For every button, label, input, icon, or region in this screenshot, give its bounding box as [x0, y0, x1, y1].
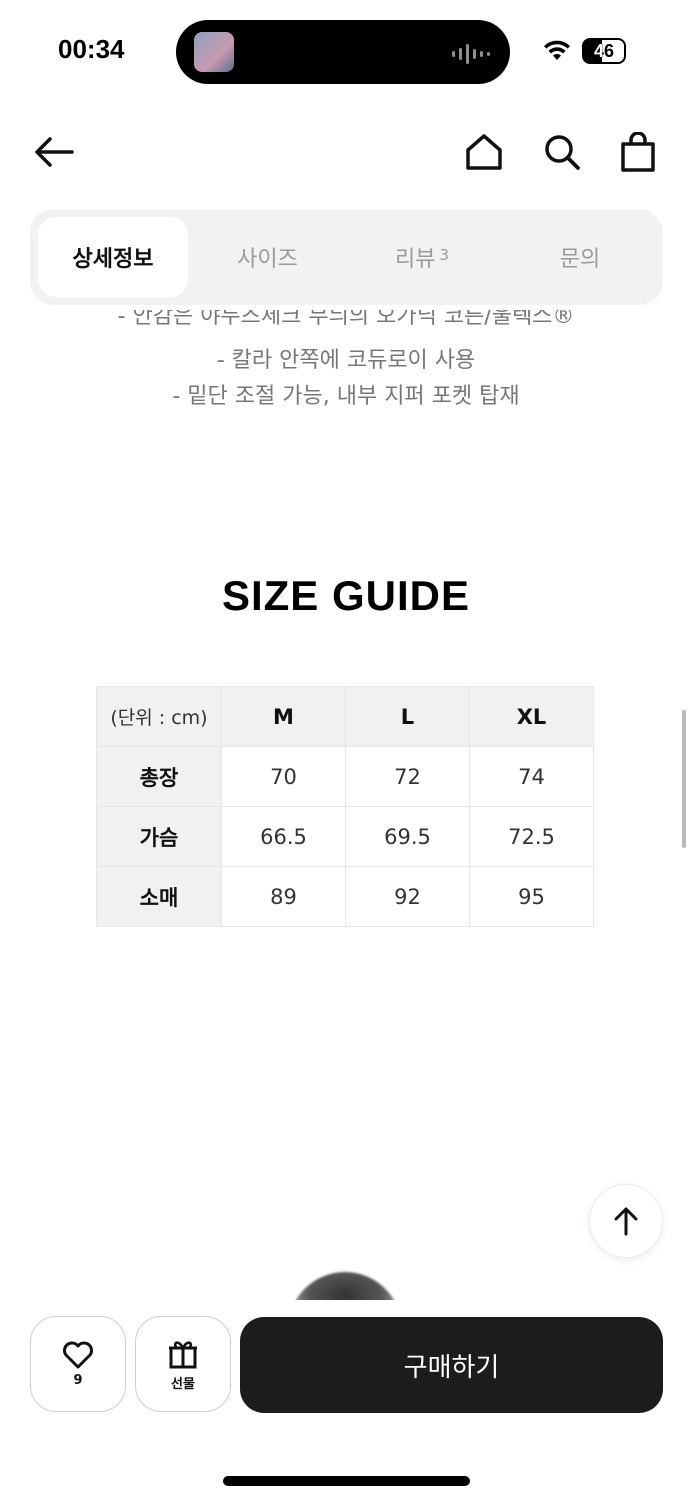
now-playing-artwork [194, 32, 234, 72]
size-header: M [221, 686, 346, 747]
size-header: L [345, 686, 470, 747]
battery-level: 46 [593, 40, 615, 61]
description-line-2: - 칼라 안쪽에 코듀로이 사용 [216, 348, 476, 373]
description-line-3: - 밑단 조절 가능, 내부 지퍼 포켓 탑재 [172, 384, 520, 409]
cart-button[interactable] [614, 128, 662, 176]
home-button[interactable] [460, 128, 508, 176]
scrollbar[interactable] [682, 710, 686, 848]
size-header: XL [469, 686, 594, 747]
battery-icon: 46 [582, 38, 626, 64]
heart-icon [63, 1341, 93, 1368]
table-cell: 74 [469, 746, 594, 807]
like-button[interactable]: 9 [30, 1316, 126, 1412]
row-label: 소매 [96, 866, 222, 927]
size-table: (단위 : cm) M L XL 총장 70 72 74 가슴 66.5 69.… [96, 686, 594, 927]
status-time: 00:34 [58, 34, 125, 64]
row-label: 총장 [96, 746, 222, 807]
table-row: 가슴 66.5 69.5 72.5 [96, 806, 594, 867]
home-indicator[interactable] [223, 1476, 470, 1486]
arrow-left-icon [35, 137, 74, 167]
unit-label: (단위 : cm) [96, 686, 222, 747]
back-button[interactable] [30, 128, 78, 176]
table-cell: 92 [345, 866, 470, 927]
arrow-up-icon [614, 1207, 638, 1236]
gift-label: 선물 [171, 1376, 195, 1392]
tab-details-label: 상세정보 [72, 247, 154, 272]
table-cell: 89 [221, 866, 346, 927]
gift-icon [169, 1340, 197, 1368]
table-cell: 72 [345, 746, 470, 807]
audio-waveform-icon [452, 44, 490, 64]
buy-button-label: 구매하기 [403, 1352, 500, 1383]
size-guide-title: SIZE GUIDE [221, 572, 471, 619]
dynamic-island[interactable] [176, 20, 510, 84]
scroll-to-top-button[interactable] [589, 1184, 663, 1258]
table-cell: 69.5 [345, 806, 470, 867]
tab-reviews[interactable]: 리뷰 3 [352, 217, 492, 297]
tab-reviews-label: 리뷰 [394, 247, 436, 272]
tab-reviews-count: 3 [439, 246, 450, 264]
tab-size-label: 사이즈 [237, 247, 298, 272]
tab-details[interactable]: 상세정보 [38, 217, 188, 297]
gift-button[interactable]: 선물 [135, 1316, 231, 1412]
tab-size[interactable]: 사이즈 [200, 217, 335, 297]
table-row: 소매 89 92 95 [96, 866, 594, 927]
wifi-icon [544, 40, 570, 60]
description-line-1: - 안감은 야두즈체크 무늬의 오가닉 코튼/울텍스® [117, 310, 575, 329]
table-cell: 70 [221, 746, 346, 807]
size-table-header-row: (단위 : cm) M L XL [96, 686, 594, 747]
tab-inquiry-label: 문의 [559, 247, 601, 272]
search-icon [545, 135, 580, 170]
tab-inquiry[interactable]: 문의 [510, 217, 650, 297]
table-cell: 66.5 [221, 806, 346, 867]
shopping-bag-icon [621, 132, 655, 172]
detail-tabs: 상세정보 사이즈 리뷰 3 문의 [30, 209, 663, 305]
home-icon [466, 134, 502, 170]
table-row: 총장 70 72 74 [96, 746, 594, 807]
table-cell: 95 [469, 866, 594, 927]
buy-button[interactable]: 구매하기 [240, 1317, 663, 1413]
table-cell: 72.5 [469, 806, 594, 867]
row-label: 가슴 [96, 806, 222, 867]
search-button[interactable] [538, 128, 586, 176]
like-count: 9 [73, 1372, 83, 1388]
